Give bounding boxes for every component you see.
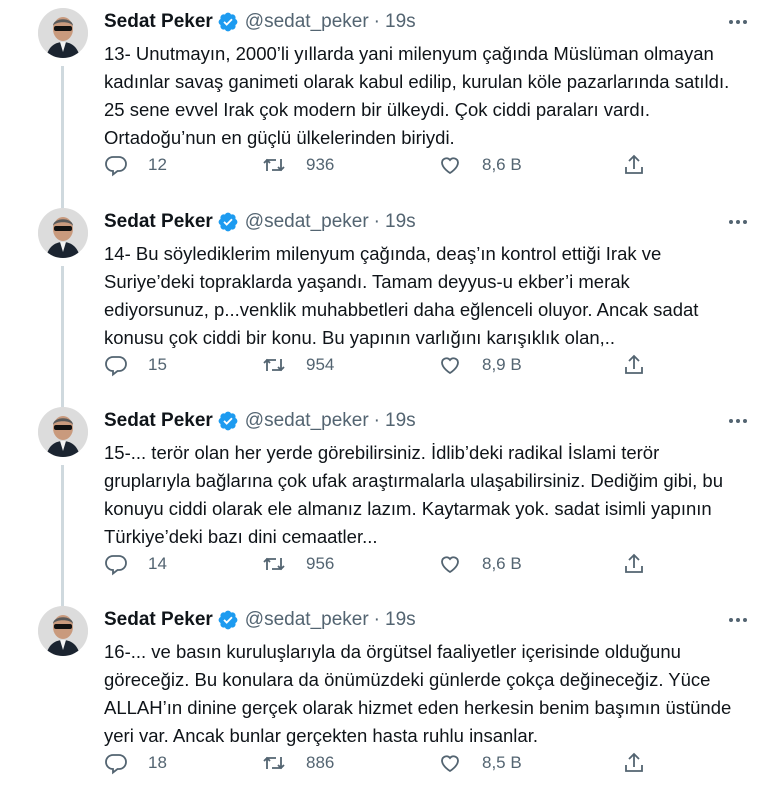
like-icon xyxy=(441,556,459,574)
tweet-header: Sedat Peker @sedat_peker · 19s xyxy=(104,10,416,34)
reply-icon xyxy=(105,754,127,775)
tweet-thread: Sedat Peker @sedat_peker · 19s 13- Unutm… xyxy=(0,0,778,794)
share-button[interactable] xyxy=(622,350,646,380)
reply-button[interactable]: 14 xyxy=(104,549,167,579)
tweet-actions: 14 956 8,6 B xyxy=(104,549,664,579)
like-button[interactable]: 8,6 B xyxy=(438,150,522,180)
reply-count: 14 xyxy=(148,554,167,573)
tweet[interactable]: Sedat Peker @sedat_peker · 19s 13- Unutm… xyxy=(0,0,778,200)
avatar[interactable] xyxy=(38,606,88,656)
author-handle[interactable]: @sedat_peker xyxy=(245,410,369,432)
verified-badge-icon xyxy=(218,212,238,232)
tweet-header: Sedat Peker @sedat_peker · 19s xyxy=(104,608,416,632)
share-icon xyxy=(625,154,643,174)
reply-icon xyxy=(105,555,127,576)
retweet-count: 956 xyxy=(306,554,335,573)
tweet-actions: 18 886 8,5 B xyxy=(104,748,664,778)
thread-connector-line xyxy=(61,200,64,208)
retweet-button[interactable]: 936 xyxy=(262,150,334,180)
tweet-header: Sedat Peker @sedat_peker · 19s xyxy=(104,409,416,433)
tweet-timestamp[interactable]: 19s xyxy=(385,11,416,33)
reply-icon xyxy=(105,156,127,177)
tweet-text: 14- Bu söylediklerim milenyum çağında, d… xyxy=(104,243,699,348)
retweet-count: 936 xyxy=(306,155,335,174)
retweet-icon xyxy=(263,158,285,172)
thread-connector-line xyxy=(61,266,64,400)
avatar-image xyxy=(38,8,88,58)
like-count: 8,5 B xyxy=(482,753,522,772)
author-handle[interactable]: @sedat_peker xyxy=(245,609,369,631)
like-icon xyxy=(441,755,459,773)
reply-count: 18 xyxy=(148,753,167,772)
reply-icon xyxy=(105,356,127,377)
avatar[interactable] xyxy=(38,208,88,258)
author-name[interactable]: Sedat Peker xyxy=(104,11,213,33)
retweet-button[interactable]: 954 xyxy=(262,350,334,380)
author-name[interactable]: Sedat Peker xyxy=(104,609,213,631)
like-button[interactable]: 8,5 B xyxy=(438,748,522,778)
avatar[interactable] xyxy=(38,8,88,58)
retweet-icon xyxy=(263,756,285,770)
author-name[interactable]: Sedat Peker xyxy=(104,211,213,233)
tweet[interactable]: Sedat Peker @sedat_peker · 19s 15-... te… xyxy=(0,399,778,599)
avatar-image xyxy=(38,208,88,258)
share-icon xyxy=(625,553,643,573)
tweet-text: 13- Unutmayın, 2000’li yıllarda yani mil… xyxy=(104,43,730,148)
avatar[interactable] xyxy=(38,407,88,457)
thread-connector-line xyxy=(61,399,64,407)
share-button[interactable] xyxy=(622,150,646,180)
like-button[interactable]: 8,6 B xyxy=(438,549,522,579)
like-button[interactable]: 8,9 B xyxy=(438,350,522,380)
reply-button[interactable]: 12 xyxy=(104,150,167,180)
reply-button[interactable]: 15 xyxy=(104,350,167,380)
author-handle[interactable]: @sedat_peker xyxy=(245,11,369,33)
like-count: 8,6 B xyxy=(482,554,522,573)
retweet-count: 954 xyxy=(306,355,335,374)
tweet-timestamp[interactable]: 19s xyxy=(385,211,416,233)
tweet-timestamp[interactable]: 19s xyxy=(385,609,416,631)
tweet[interactable]: Sedat Peker @sedat_peker · 19s 14- Bu sö… xyxy=(0,200,778,400)
tweet[interactable]: Sedat Peker @sedat_peker · 19s 16-... ve… xyxy=(0,598,778,794)
more-options-icon[interactable] xyxy=(726,12,750,32)
thread-connector-line xyxy=(61,465,64,599)
reply-button[interactable]: 18 xyxy=(104,748,167,778)
tweet-actions: 12 936 8,6 B xyxy=(104,150,664,180)
reply-count: 12 xyxy=(148,155,167,174)
tweet-header: Sedat Peker @sedat_peker · 19s xyxy=(104,210,416,234)
separator-dot: · xyxy=(373,211,380,232)
share-button[interactable] xyxy=(622,549,646,579)
avatar-image xyxy=(38,407,88,457)
retweet-icon xyxy=(263,358,285,372)
tweet-timestamp[interactable]: 19s xyxy=(385,410,416,432)
separator-dot: · xyxy=(373,609,380,630)
verified-badge-icon xyxy=(218,12,238,32)
share-button[interactable] xyxy=(622,748,646,778)
like-icon xyxy=(441,157,459,175)
more-options-icon[interactable] xyxy=(726,610,750,630)
thread-connector-line xyxy=(61,598,64,606)
thread-connector-line xyxy=(61,66,64,200)
tweet-actions: 15 954 8,9 B xyxy=(104,350,664,380)
share-icon xyxy=(625,752,643,772)
reply-count: 15 xyxy=(148,355,167,374)
verified-badge-icon xyxy=(218,411,238,431)
retweet-button[interactable]: 956 xyxy=(262,549,334,579)
retweet-button[interactable]: 886 xyxy=(262,748,334,778)
more-options-icon[interactable] xyxy=(726,411,750,431)
like-count: 8,9 B xyxy=(482,355,522,374)
retweet-count: 886 xyxy=(306,753,335,772)
tweet-text: 16-... ve basın kuruluşlarıyla da örgüts… xyxy=(104,641,732,746)
verified-badge-icon xyxy=(218,610,238,630)
author-handle[interactable]: @sedat_peker xyxy=(245,211,369,233)
like-count: 8,6 B xyxy=(482,155,522,174)
avatar-image xyxy=(38,606,88,656)
separator-dot: · xyxy=(373,410,380,431)
share-icon xyxy=(625,354,643,374)
tweet-text: 15-... terör olan her yerde görebilirsin… xyxy=(104,442,724,547)
more-options-icon[interactable] xyxy=(726,212,750,232)
like-icon xyxy=(441,357,459,375)
retweet-icon xyxy=(263,557,285,571)
author-name[interactable]: Sedat Peker xyxy=(104,410,213,432)
separator-dot: · xyxy=(373,11,380,32)
